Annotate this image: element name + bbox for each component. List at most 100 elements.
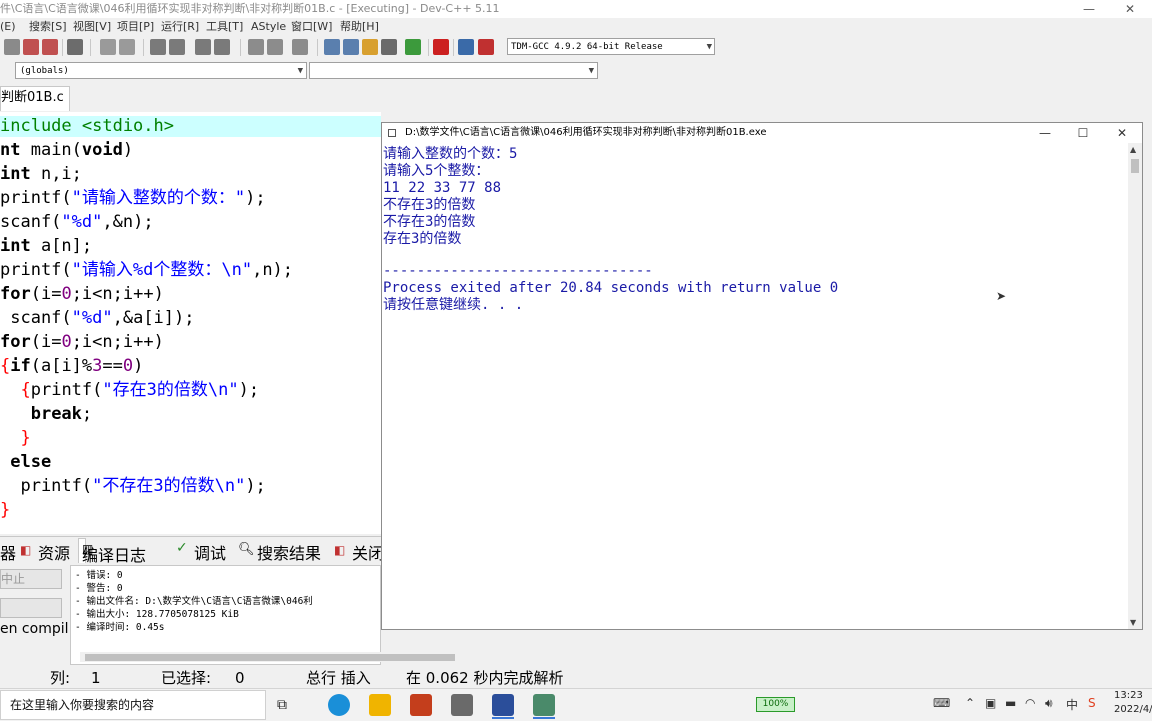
compile-log-panel[interactable]: - 错误: 0 - 警告: 0 - 输出文件名: D:\数学文件\C语言\C语言… (70, 565, 381, 665)
ime-indicator[interactable]: 中 (1066, 696, 1078, 713)
taskbar-clock[interactable]: 13:23 2022/4/ (1114, 689, 1152, 717)
column-value: 1 (91, 669, 101, 687)
file-explorer-icon[interactable] (369, 694, 391, 716)
menu-edit[interactable]: (E) (0, 18, 16, 35)
menu-help[interactable]: 帮助[H] (340, 18, 379, 35)
console-line: Process exited after 20.84 seconds with … (383, 280, 839, 296)
devcpp-icon[interactable] (492, 694, 514, 716)
replace-icon[interactable] (169, 39, 185, 55)
keyboard-icon[interactable]: ⌨ (933, 696, 950, 710)
minimize-button[interactable]: — (1069, 0, 1109, 18)
device-icon[interactable]: ▬ (1005, 696, 1016, 710)
close-tab-icon: ◧ (334, 543, 346, 557)
chevron-up-icon[interactable]: ⌃ (965, 696, 975, 710)
log-line: - 输出大小: 128.7705078125 KiB (75, 609, 239, 620)
toggle-comment-icon[interactable] (292, 39, 308, 55)
menu-window[interactable]: 窗口[W] (291, 18, 332, 35)
chevron-down-icon: ▼ (706, 42, 712, 52)
task-view-icon[interactable]: ⧉ (272, 694, 292, 716)
find-icon[interactable] (150, 39, 166, 55)
menu-view[interactable]: 视图[V] (73, 18, 111, 35)
app-icon[interactable] (451, 694, 473, 716)
compiler-select[interactable]: TDM-GCC 4.9.2 64-bit Release ▼ (507, 38, 715, 55)
code-line: for(i=0;i<n;i++) (0, 284, 164, 304)
file-tab-label: 判断01B.c (1, 90, 64, 105)
tab-compile-log[interactable]: ▥ 编译日志 (78, 538, 146, 565)
code-editor[interactable]: include <stdio.h> nt main(void) int n,i;… (0, 112, 381, 534)
menu-tools[interactable]: 工具[T] (206, 18, 243, 35)
console-app-icon (388, 129, 396, 137)
tab-compiler[interactable]: 器 (0, 540, 16, 564)
code-line: int a[n]; (0, 236, 93, 256)
code-line: int n,i; (0, 164, 82, 184)
class-browser-icon[interactable] (362, 39, 378, 55)
menu-search[interactable]: 搜索[S] (29, 18, 67, 35)
code-line: {printf("存在3的倍数\n"); (20, 380, 260, 400)
console-maximize-button[interactable]: ☐ (1064, 123, 1102, 143)
chevron-down-icon[interactable]: ▼ (1130, 618, 1136, 627)
check-syntax-icon[interactable] (405, 39, 421, 55)
search-icon: 🔍︎ (238, 542, 255, 557)
members-select[interactable]: ▼ (309, 62, 598, 79)
console-title: D:\数学文件\C语言\C语言微课\046利用循环实现非对称判断\非对称判断01… (405, 127, 767, 138)
scrollbar-thumb[interactable] (85, 654, 455, 661)
search-placeholder: 在这里输入你要搜索的内容 (10, 698, 155, 712)
save-all-icon[interactable] (42, 39, 58, 55)
new-file-icon[interactable] (4, 39, 20, 55)
unindent-icon[interactable] (267, 39, 283, 55)
file-tab[interactable]: 判断01B.c (0, 86, 70, 111)
tab-resources[interactable]: 资源 (38, 540, 70, 564)
console-output: 请输入整数的个数：5 请输入5个整数： 11 22 33 77 88 不存在3的… (382, 143, 1127, 629)
tab-debug[interactable]: 调试 (194, 540, 226, 564)
chevron-up-icon[interactable]: ▲ (1130, 145, 1136, 154)
parse-message: 在 0.062 秒内完成解析 (406, 669, 564, 687)
edit-mode: 总行 插入 (306, 669, 371, 687)
console-line: 请输入整数的个数：5 (383, 146, 518, 162)
stop-execution-icon[interactable] (433, 39, 449, 55)
delete-profile-icon[interactable] (478, 39, 494, 55)
bookmark-icon[interactable] (214, 39, 230, 55)
console-line: 请按任意键继续. . . (383, 297, 524, 313)
tab-close[interactable]: 关闭 (352, 540, 384, 564)
profile-icon[interactable] (458, 39, 474, 55)
goto-icon[interactable] (195, 39, 211, 55)
volume-icon[interactable]: 🔊︎ (1045, 696, 1053, 711)
save-icon[interactable] (23, 39, 39, 55)
chevron-down-icon: ▼ (588, 66, 594, 76)
compile-buttons: 中止 en compil (0, 565, 69, 665)
open-project-icon[interactable] (343, 39, 359, 55)
console-vertical-scrollbar[interactable]: ▲ ▼ (1128, 143, 1142, 629)
undo-icon[interactable] (100, 39, 116, 55)
console-close-button[interactable]: ✕ (1103, 123, 1141, 143)
redo-icon[interactable] (119, 39, 135, 55)
resources-icon: ◧ (20, 543, 32, 557)
window-title: 件\C语言\C语言微课\046利用循环实现非对称判断\非对称判断01B.c - … (0, 2, 500, 15)
console-app-taskbar-icon[interactable] (533, 694, 555, 716)
wifi-icon[interactable]: ◠ (1025, 696, 1035, 710)
console-minimize-button[interactable]: — (1026, 123, 1064, 143)
sogou-input-icon[interactable]: S (1088, 696, 1096, 710)
code-line: else (10, 452, 52, 472)
menu-astyle[interactable]: AStyle (251, 18, 286, 35)
powerpoint-icon[interactable] (410, 694, 432, 716)
blank-button[interactable] (0, 598, 62, 618)
indent-icon[interactable] (248, 39, 264, 55)
project-options-icon[interactable] (381, 39, 397, 55)
edge-browser-icon[interactable] (328, 694, 350, 716)
new-project-icon[interactable] (324, 39, 340, 55)
close-button[interactable]: ✕ (1110, 0, 1150, 18)
display-icon[interactable]: ▣ (985, 696, 996, 710)
scrollbar-thumb[interactable] (1131, 159, 1139, 173)
taskbar-search-input[interactable]: 在这里输入你要搜索的内容 (0, 690, 266, 720)
menu-project[interactable]: 项目[P] (117, 18, 154, 35)
console-window[interactable]: D:\数学文件\C语言\C语言微课\046利用循环实现非对称判断\非对称判断01… (381, 122, 1143, 630)
horizontal-scrollbar[interactable] (80, 652, 456, 662)
battery-indicator[interactable]: 100% (756, 697, 795, 712)
abort-compile-button[interactable]: 中止 (0, 569, 62, 589)
globals-select[interactable]: (globals) ▼ (15, 62, 307, 79)
code-line: {if(a[i]%3==0) (0, 356, 144, 376)
print-icon[interactable] (67, 39, 83, 55)
console-line: 请输入5个整数： (383, 163, 490, 179)
tab-search-results[interactable]: 搜索结果 (257, 540, 321, 564)
menu-run[interactable]: 运行[R] (161, 18, 199, 35)
